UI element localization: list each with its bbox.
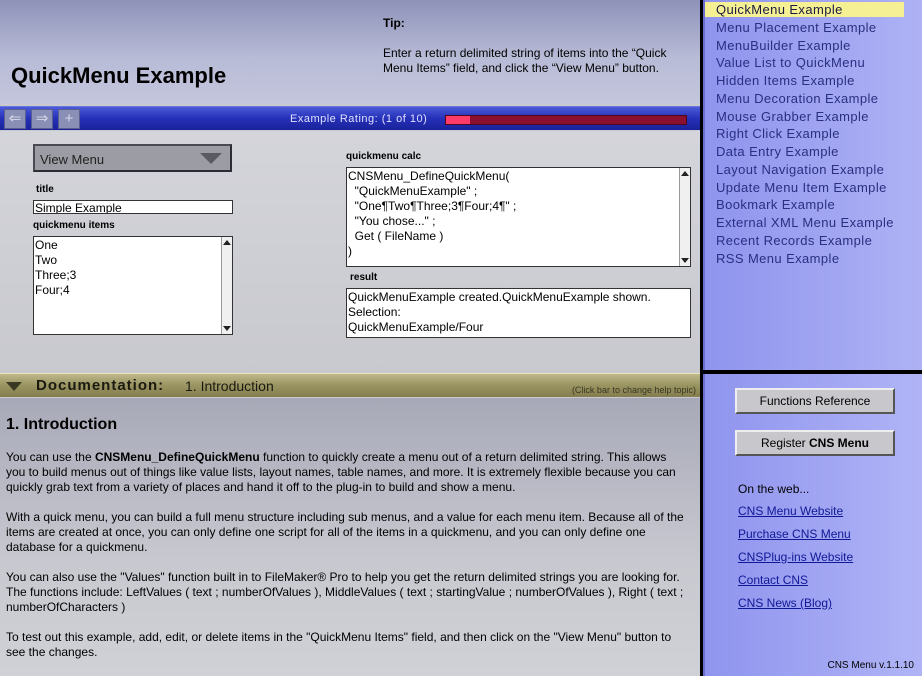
back-arrow-icon[interactable]: ⇐	[4, 109, 26, 129]
calc-line: )	[348, 244, 352, 258]
collapse-triangle-icon[interactable]	[6, 382, 22, 391]
add-icon[interactable]: +	[58, 109, 80, 129]
doc-paragraph: You can also use the "Values" function b…	[6, 570, 684, 614]
items-scrollbar[interactable]	[221, 237, 232, 334]
result-line: QuickMenuExample/Four	[348, 320, 484, 334]
sidebar-menu-item[interactable]: Update Menu Item Example	[716, 180, 887, 195]
sidebar-menu-item[interactable]: Recent Records Example	[716, 233, 872, 248]
scroll-up-icon[interactable]	[681, 171, 689, 176]
quickmenu-item-row: One	[35, 238, 58, 252]
example-rating-label: Example Rating: (1 of 10)	[290, 113, 428, 125]
register-cns-menu-button[interactable]: Register CNS Menu	[735, 430, 895, 456]
scroll-down-icon[interactable]	[223, 326, 231, 331]
quickmenu-item-row: Four;4	[35, 283, 70, 297]
sidebar-menu-item[interactable]: MenuBuilder Example	[716, 38, 851, 53]
links-panel: Functions Reference Register CNS Menu On…	[703, 374, 922, 676]
documentation-content: 1. Introduction You can use the CNSMenu_…	[0, 398, 700, 676]
web-link[interactable]: CNS News (Blog)	[738, 596, 832, 610]
doc-function-name: CNSMenu_DefineQuickMenu	[94, 450, 260, 464]
sidebar-menu-item[interactable]: Menu Placement Example	[716, 20, 877, 35]
documentation-hint: (Click bar to change help topic)	[571, 385, 696, 395]
tip-text: Enter a return delimited string of items…	[383, 46, 667, 75]
title-field[interactable]: Simple Example	[33, 200, 233, 214]
web-link[interactable]: Contact CNS	[738, 573, 808, 587]
calc-scrollbar[interactable]	[679, 168, 690, 266]
web-link[interactable]: CNS Menu Website	[738, 504, 843, 518]
example-rating-bar	[445, 115, 687, 125]
quickmenu-calc-label: quickmenu calc	[346, 151, 422, 162]
sidebar-menu-item[interactable]: QuickMenu Example	[705, 2, 904, 17]
quickmenu-calc-field[interactable]: CNSMenu_DefineQuickMenu( "QuickMenuExamp…	[346, 167, 691, 267]
on-the-web-label: On the web...	[738, 482, 810, 496]
web-link[interactable]: Purchase CNS Menu	[738, 527, 851, 541]
documentation-topic: 1. Introduction	[185, 378, 274, 394]
sidebar-menu-item[interactable]: Menu Decoration Example	[716, 91, 878, 106]
title-field-value: Simple Example	[35, 201, 122, 214]
view-menu-label: View Menu	[40, 152, 105, 167]
sidebar-menu-item[interactable]: Layout Navigation Example	[716, 162, 884, 177]
title-label: title	[36, 184, 54, 195]
quickmenu-items-label: quickmenu items	[33, 220, 115, 231]
sidebar-menu-item[interactable]: External XML Menu Example	[716, 215, 894, 230]
sidebar-menu-item[interactable]: RSS Menu Example	[716, 251, 839, 266]
scroll-down-icon[interactable]	[681, 258, 689, 263]
documentation-bar[interactable]: Documentation: 1. Introduction (Click ba…	[0, 373, 700, 397]
quickmenu-items-field[interactable]: One Two Three;3 Four;4	[33, 236, 233, 335]
web-link[interactable]: CNSPlug-ins Website	[738, 550, 853, 564]
result-field[interactable]: QuickMenuExample created.QuickMenuExampl…	[346, 288, 691, 338]
calc-line: "You chose..." ;	[348, 214, 436, 228]
documentation-title: 1. Introduction	[6, 416, 118, 433]
calc-line: CNSMenu_DefineQuickMenu(	[348, 169, 510, 183]
sidebar-menu-item[interactable]: Bookmark Example	[716, 197, 835, 212]
example-rating-fill	[446, 116, 470, 124]
doc-paragraph: You can use the CNSMenu_DefineQuickMenu …	[6, 450, 686, 495]
example-panel: View Menu title Simple Example quickmenu…	[0, 131, 700, 372]
sidebar-menu-item[interactable]: Mouse Grabber Example	[716, 109, 869, 124]
view-menu-button[interactable]: View Menu	[33, 144, 232, 172]
sidebar: QuickMenu Example Menu Placement Example M…	[703, 0, 922, 676]
sidebar-menu-item[interactable]: Data Entry Example	[716, 144, 839, 159]
result-line: Selection:	[348, 305, 401, 319]
header: QuickMenu Example Tip: Enter a return de…	[0, 0, 700, 104]
functions-reference-button[interactable]: Functions Reference	[735, 388, 895, 414]
register-label: Register	[760, 436, 810, 450]
quickmenu-item-row: Two	[35, 253, 58, 267]
sidebar-menu-item[interactable]: Hidden Items Example	[716, 73, 855, 88]
main-area: QuickMenu Example Tip: Enter a return de…	[0, 0, 700, 676]
register-product-name: CNS Menu	[809, 436, 870, 450]
calc-line: Get ( FileName )	[348, 229, 444, 243]
version-label: CNS Menu v.1.1.10	[827, 660, 914, 671]
calc-line: "One¶Two¶Three;3¶Four;4¶" ;	[348, 199, 517, 213]
toolbar: ⇐ ⇒ + Example Rating: (1 of 10)	[0, 106, 700, 130]
calc-line: "QuickMenuExample" ;	[348, 184, 478, 198]
example-menu-list: QuickMenu Example Menu Placement Example M…	[703, 0, 922, 370]
sidebar-menu-item[interactable]: Value List to QuickMenu	[716, 55, 865, 70]
result-line: QuickMenuExample created.QuickMenuExampl…	[348, 290, 651, 304]
tip-heading: Tip:	[383, 16, 405, 30]
doc-paragraph: To test out this example, add, edit, or …	[6, 630, 672, 659]
documentation-heading: Documentation:	[36, 377, 165, 394]
quickmenu-item-row: Three;3	[35, 268, 77, 282]
sidebar-menu-item[interactable]: Right Click Example	[716, 126, 840, 141]
dropdown-arrow-icon	[200, 153, 222, 164]
scroll-up-icon[interactable]	[223, 240, 231, 245]
page-title: QuickMenu Example	[11, 63, 227, 88]
doc-paragraph: With a quick menu, you can build a full …	[6, 510, 684, 554]
doc-text: You can use the	[6, 450, 95, 464]
forward-arrow-icon[interactable]: ⇒	[31, 109, 53, 129]
result-label: result	[350, 272, 378, 283]
